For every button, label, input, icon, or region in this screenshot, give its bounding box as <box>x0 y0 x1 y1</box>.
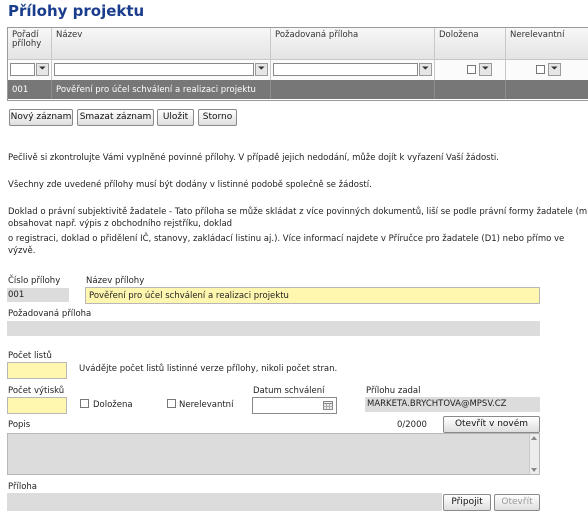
column-header-poradi[interactable]: Pořadí přílohy <box>8 28 52 59</box>
filter-icon[interactable]: ⏷ <box>479 63 492 76</box>
pocet-vytisku-input[interactable] <box>7 397 67 414</box>
pocet-vytisku-label: Počet výtisků <box>8 386 65 396</box>
popis-textarea[interactable] <box>7 433 540 475</box>
datum-schvaleni-input[interactable] <box>252 397 337 414</box>
filter-checkbox-dolozena[interactable] <box>467 65 476 74</box>
calendar-icon[interactable] <box>323 401 333 410</box>
delete-record-button[interactable]: Smazat záznam <box>77 109 154 126</box>
prilohu-zadal-value: MARKETA.BRYCHTOVA@MPSV.CZ <box>367 399 507 409</box>
scroll-up-icon[interactable] <box>531 436 537 440</box>
filter-cell-pozadovana: ⏷ <box>271 59 435 80</box>
nerelevantni-checkbox[interactable] <box>167 399 176 408</box>
filter-icon[interactable]: ⏷ <box>36 63 49 76</box>
nazev-prilohy-value: Pověření pro účel schválení a realizaci … <box>89 291 289 301</box>
table-cell-poradi[interactable]: 001 <box>8 80 52 99</box>
open-attachment-button[interactable]: Otevřít <box>494 494 540 511</box>
info-text-3-line-2: obsahovat např. výpis z obchodního rejst… <box>8 219 233 229</box>
filter-icon[interactable]: ⏷ <box>548 63 561 76</box>
popis-label: Popis <box>8 420 31 430</box>
pocet-listu-label: Počet listů <box>8 351 52 361</box>
info-text-3-line-1: Doklad o právní subjektivitě žadatele - … <box>8 207 588 217</box>
pocet-listu-input[interactable] <box>7 362 67 379</box>
table-cell-nerelevantni[interactable] <box>506 80 588 99</box>
column-header-nazev[interactable]: Název <box>52 28 271 59</box>
prilohu-zadal-field: MARKETA.BRYCHTOVA@MPSV.CZ <box>365 397 540 412</box>
prilohu-zadal-label: Přílohu zadal <box>366 386 421 396</box>
info-text-3-line-4: výzvě. <box>8 246 36 256</box>
cislo-prilohy-field: 001 <box>7 288 69 302</box>
info-text-1: Pečlivě si zkontrolujte Vámi vyplněné po… <box>8 153 499 163</box>
pocet-listu-hint: Uvádějte počet listů listinné verze příl… <box>79 364 338 374</box>
filter-input-poradi[interactable] <box>10 63 35 76</box>
column-header-nerelevantni[interactable]: Nerelevantní <box>506 28 588 59</box>
cislo-prilohy-label: Číslo přílohy <box>8 276 61 286</box>
datum-schvaleni-label: Datum schválení <box>253 386 325 396</box>
dolozena-label: Doložena <box>93 400 133 410</box>
attachments-grid: Pořadí přílohy Název Požadovaná příloha … <box>7 27 588 101</box>
popis-char-counter: 0/2000 <box>397 420 427 430</box>
column-header-pozadovana[interactable]: Požadovaná příloha <box>271 28 435 59</box>
scroll-down-icon[interactable] <box>531 468 537 472</box>
filter-icon[interactable]: ⏷ <box>419 63 432 76</box>
cancel-button[interactable]: Storno <box>198 109 237 126</box>
attach-button[interactable]: Připojit <box>443 494 491 511</box>
info-text-2: Všechny zde uvedené přílohy musí být dod… <box>8 180 372 190</box>
filter-checkbox-nerelevantni[interactable] <box>536 65 545 74</box>
popis-scrollbar[interactable] <box>529 434 539 474</box>
table-cell-pozadovana[interactable] <box>271 80 435 99</box>
table-cell-nazev[interactable]: Pověření pro účel schválení a realizaci … <box>52 80 271 99</box>
priloha-file-field <box>7 493 442 511</box>
filter-icon[interactable]: ⏷ <box>255 63 268 76</box>
column-header-dolozena[interactable]: Doložena <box>435 28 506 59</box>
nazev-prilohy-label: Název přílohy <box>86 276 145 286</box>
filter-cell-dolozena: ⏷ <box>435 59 506 80</box>
dolozena-checkbox[interactable] <box>80 399 89 408</box>
filter-cell-poradi: ⏷ <box>8 59 52 80</box>
priloha-label: Příloha <box>8 482 37 492</box>
filter-cell-nazev: ⏷ <box>52 59 271 80</box>
filter-input-nazev[interactable] <box>54 63 254 76</box>
pozadovana-priloha-label: Požadovaná příloha <box>8 309 92 319</box>
info-text-3-line-3: o registraci, doklad o přidělení IČ, sta… <box>8 234 565 244</box>
page-title: Přílohy projektu <box>8 2 145 20</box>
pozadovana-priloha-field <box>7 321 540 336</box>
open-in-new-window-button[interactable]: Otevřít v novém okně <box>443 416 540 444</box>
filter-input-pozadovana[interactable] <box>273 63 418 76</box>
new-record-button[interactable]: Nový záznam <box>9 109 73 126</box>
nazev-prilohy-input[interactable]: Pověření pro účel schválení a realizaci … <box>85 287 540 304</box>
filter-cell-nerelevantni: ⏷ <box>506 59 588 80</box>
nerelevantni-label: Nerelevantní <box>179 400 234 410</box>
cislo-prilohy-value: 001 <box>8 290 25 300</box>
save-button[interactable]: Uložit <box>157 109 194 126</box>
table-cell-dolozena[interactable] <box>435 80 506 99</box>
